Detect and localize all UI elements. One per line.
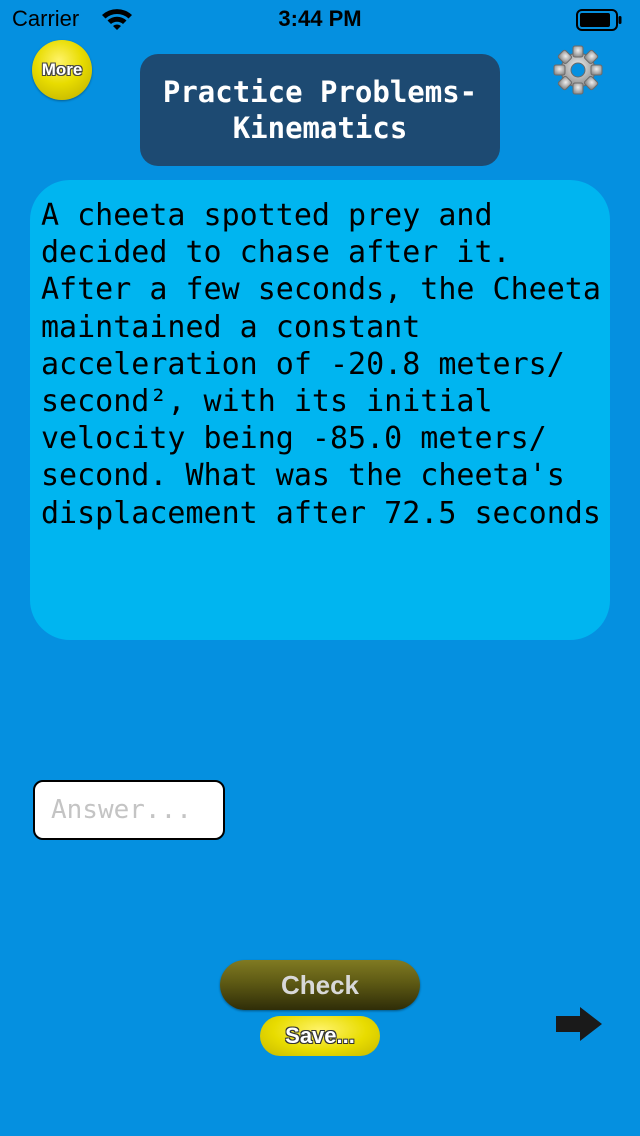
status-bar: Carrier 3:44 PM (0, 0, 640, 40)
problem-card: A cheeta spotted prey and decided to cha… (30, 180, 610, 640)
page-title: Practice Problems- Kinematics (162, 75, 478, 145)
gear-icon[interactable] (552, 44, 604, 96)
clock: 3:44 PM (278, 6, 362, 31)
title-panel: Practice Problems- Kinematics (140, 54, 500, 166)
more-button[interactable]: More (32, 40, 92, 100)
battery-icon (576, 9, 622, 31)
check-button-label: Check (280, 970, 360, 1000)
answer-input[interactable] (33, 780, 225, 840)
arrow-right-icon[interactable] (554, 1004, 604, 1044)
problem-text: A cheeta spotted prey and decided to cha… (41, 198, 601, 531)
check-button[interactable]: Check (220, 960, 420, 1010)
more-button-label: More (41, 60, 83, 79)
save-button[interactable]: Save... (260, 1016, 380, 1056)
save-button-label: Save... (285, 1023, 355, 1048)
